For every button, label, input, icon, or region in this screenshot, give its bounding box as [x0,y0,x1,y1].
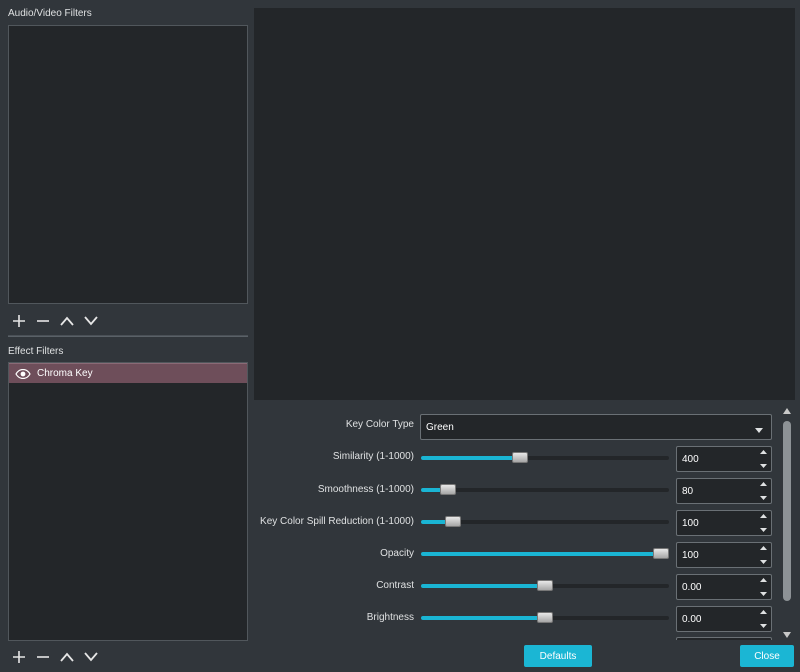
property-label-contrast: Contrast [376,580,414,591]
key-color-type-select[interactable]: Green [420,414,772,440]
spin-down-icon[interactable] [759,496,767,500]
slider-handle[interactable] [445,516,462,527]
add-effect-filter-button[interactable] [7,648,31,666]
preview-pane [254,8,795,400]
key-color-type-value: Green [426,421,454,433]
similarity-slider[interactable] [421,452,669,463]
slider-fill [421,584,545,588]
slider-handle[interactable] [537,612,553,623]
minus-icon [37,656,49,658]
slider-handle[interactable] [537,580,553,591]
move-down-effect-filter-button[interactable] [79,648,103,666]
move-up-effect-filter-button[interactable] [55,648,79,666]
spill-reduction-slider[interactable] [421,516,669,527]
add-av-filter-button[interactable] [7,312,31,330]
spin-down-icon[interactable] [759,464,767,468]
slider-handle[interactable] [512,452,529,463]
spin-up-icon[interactable] [759,578,767,582]
defaults-button[interactable]: Defaults [524,645,592,667]
spin-up-icon[interactable] [759,610,767,614]
property-label-smoothness: Smoothness (1-1000) [317,484,414,495]
list-item[interactable]: Chroma Key [9,363,247,383]
spin-down-icon[interactable] [759,560,767,564]
slider-fill [421,552,661,556]
opacity-slider[interactable] [421,548,669,559]
plus-icon [13,315,25,327]
spinbox-value: 100 [682,549,699,561]
chevron-up-icon [60,316,74,326]
spin-down-icon[interactable] [759,528,767,532]
spinbox-value: 80 [682,485,694,497]
property-label-spill-reduction: Key Color Spill Reduction (1-1000) [260,516,414,527]
smoothness-spinbox[interactable]: 80 [676,478,772,504]
audio-video-filters-toolbar [7,312,103,330]
brightness-slider[interactable] [421,612,669,623]
eye-icon[interactable] [15,368,31,380]
effect-filters-label: Effect Filters [8,346,64,357]
contrast-slider[interactable] [421,580,669,591]
spin-up-icon[interactable] [759,450,767,454]
properties-scrollbar[interactable] [782,407,792,639]
slider-fill [421,456,521,460]
smoothness-slider[interactable] [421,484,669,495]
filter-name: Chroma Key [37,368,93,379]
opacity-spinbox[interactable]: 100 [676,542,772,568]
contrast-spinbox[interactable]: 0.00 [676,574,772,600]
chevron-down-icon [84,652,98,662]
spin-up-icon[interactable] [759,514,767,518]
spill-reduction-spinbox[interactable]: 100 [676,510,772,536]
property-label-similarity: Similarity (1-1000) [332,451,414,462]
plus-icon [13,651,25,663]
property-label-brightness: Brightness [366,612,414,623]
properties-panel: Key Color Type Green Similarity (1-1000)… [254,403,800,640]
similarity-spinbox[interactable]: 400 [676,446,772,472]
close-button[interactable]: Close [740,645,794,667]
property-label-key-color-type: Key Color Type [345,419,414,430]
spinbox-value: 100 [682,517,699,529]
scrollbar-thumb[interactable] [783,421,791,601]
scroll-up-icon[interactable] [782,407,792,415]
spinbox-value: 0.00 [682,581,702,593]
scroll-down-icon[interactable] [782,631,792,639]
dropdown-arrow-icon [755,425,763,436]
effect-filters-list[interactable]: Chroma Key [8,362,248,641]
audio-video-filters-label: Audio/Video Filters [8,8,92,19]
slider-fill [421,616,545,620]
remove-av-filter-button[interactable] [31,312,55,330]
spinbox-value: 0.00 [682,613,702,625]
spin-up-icon[interactable] [759,546,767,550]
spin-up-icon[interactable] [759,482,767,486]
section-divider[interactable] [8,335,248,337]
slider-handle[interactable] [440,484,457,495]
chevron-up-icon [60,652,74,662]
move-down-av-filter-button[interactable] [79,312,103,330]
brightness-spinbox[interactable]: 0.00 [676,606,772,632]
next-property-spinbox[interactable] [676,637,772,640]
spin-down-icon[interactable] [759,592,767,596]
move-up-av-filter-button[interactable] [55,312,79,330]
spinbox-value: 400 [682,453,699,465]
minus-icon [37,320,49,322]
remove-effect-filter-button[interactable] [31,648,55,666]
spin-down-icon[interactable] [759,624,767,628]
chevron-down-icon [84,316,98,326]
property-label-opacity: Opacity [380,548,414,559]
effect-filters-toolbar [7,648,103,666]
audio-video-filters-list[interactable] [8,25,248,304]
slider-handle[interactable] [653,548,669,559]
